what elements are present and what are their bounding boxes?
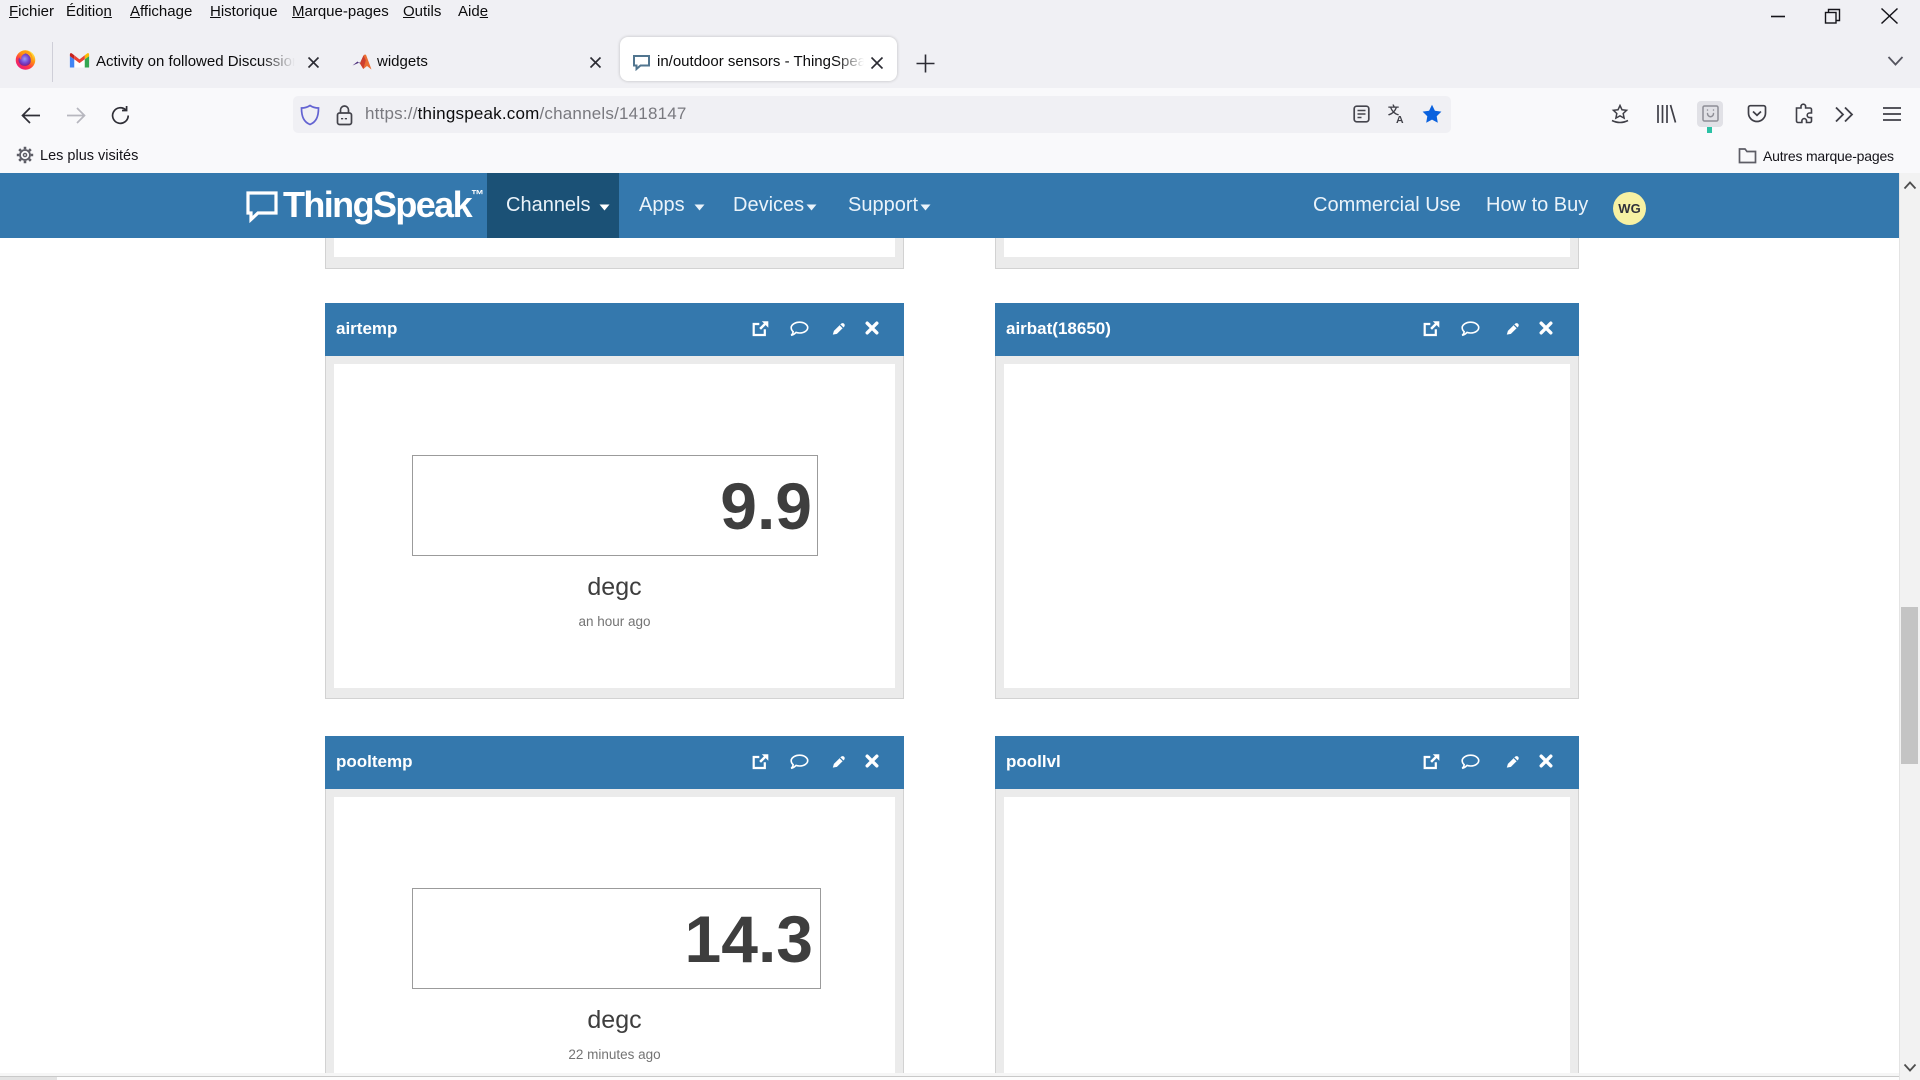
svg-text:文: 文: [1388, 104, 1400, 117]
